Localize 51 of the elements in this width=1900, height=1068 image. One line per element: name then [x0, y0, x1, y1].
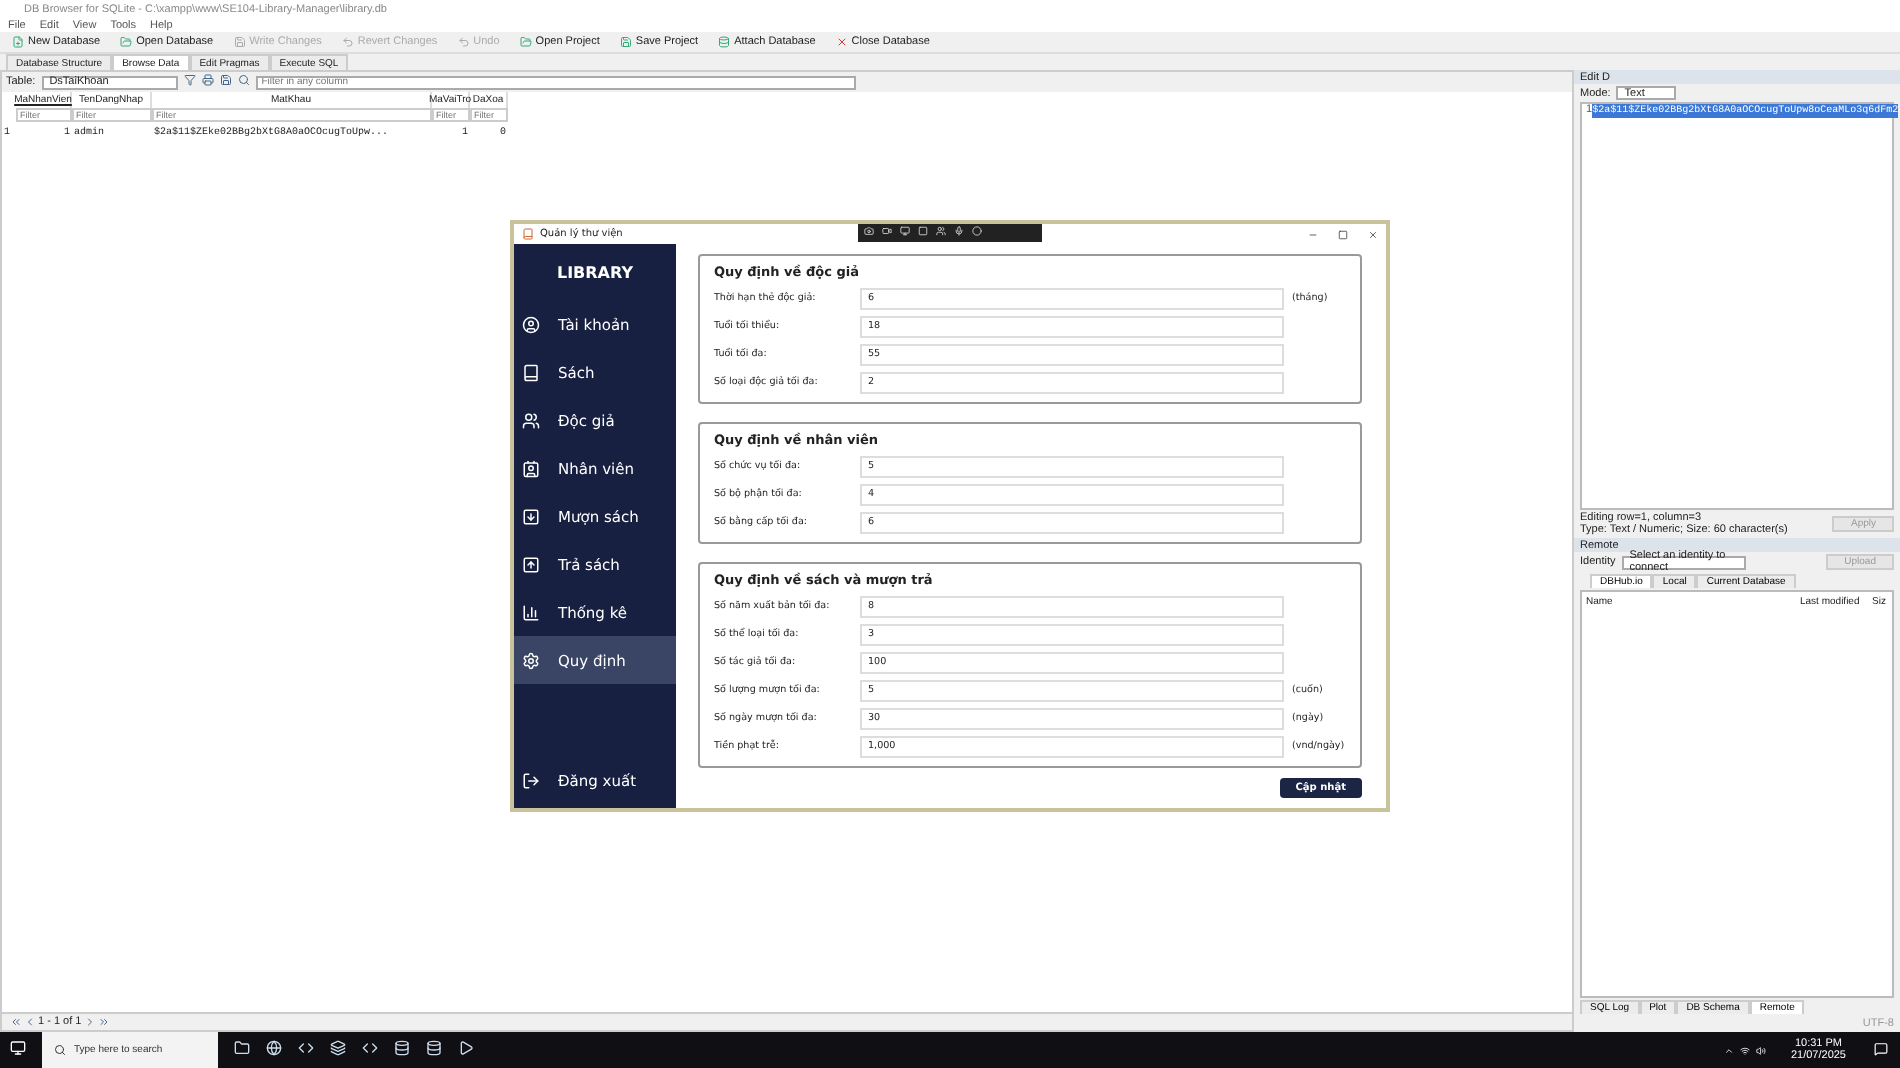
toolbar-icon [183, 74, 196, 86]
taskbar-icon [266, 1040, 282, 1056]
maximize-icon [1338, 229, 1348, 239]
minimize-icon [1308, 229, 1318, 239]
nav-icon [522, 651, 540, 669]
recorder-icon [954, 226, 964, 236]
recorder-icon [900, 226, 910, 236]
brand-title: LIBRARY [556, 263, 634, 281]
notification-icon [1874, 1041, 1888, 1055]
taskbar-icon [394, 1040, 410, 1056]
previous-page-icon [24, 1016, 36, 1028]
taskbar-icon [458, 1040, 474, 1056]
recorder-icon [882, 226, 892, 236]
last-page-icon [97, 1016, 110, 1028]
taskbar-icon [298, 1040, 314, 1056]
taskbar-icon [330, 1040, 346, 1056]
first-page-icon [10, 1016, 22, 1028]
start-icon [10, 1040, 26, 1056]
recorder-icon [936, 226, 946, 236]
toolbar-icon [519, 36, 532, 48]
toolbar-icon [237, 74, 250, 86]
chevron-icon [1724, 1045, 1735, 1055]
toolbar-icon [120, 36, 133, 48]
nav-icon [522, 603, 540, 621]
logout-icon [522, 771, 540, 789]
search-icon [54, 1044, 66, 1056]
nav-icon [522, 411, 540, 429]
toolbar-icon [619, 36, 632, 48]
network-icon [1740, 1045, 1751, 1055]
nav-icon [522, 459, 540, 477]
speaker-icon [1756, 1045, 1767, 1055]
nav-icon [522, 315, 540, 333]
toolbar-icon [341, 36, 354, 48]
toolbar-icon [219, 74, 232, 86]
recorder-icon [972, 226, 982, 236]
nav-icon [522, 507, 540, 525]
toolbar-icon [457, 36, 470, 48]
toolbar-icon [201, 74, 214, 86]
app-icon [522, 228, 534, 240]
taskbar-icon [426, 1040, 442, 1056]
recorder-icon [918, 226, 928, 236]
taskbar-icon [234, 1040, 250, 1056]
nav-icon [522, 363, 540, 381]
toolbar-icon [12, 36, 24, 48]
recorder-icon [864, 226, 874, 236]
toolbar-icon [835, 36, 848, 48]
taskbar-icon [362, 1040, 378, 1056]
next-page-icon [83, 1016, 96, 1028]
toolbar-icon [718, 36, 731, 48]
toolbar-icon [233, 36, 246, 48]
nav-icon [522, 555, 540, 573]
